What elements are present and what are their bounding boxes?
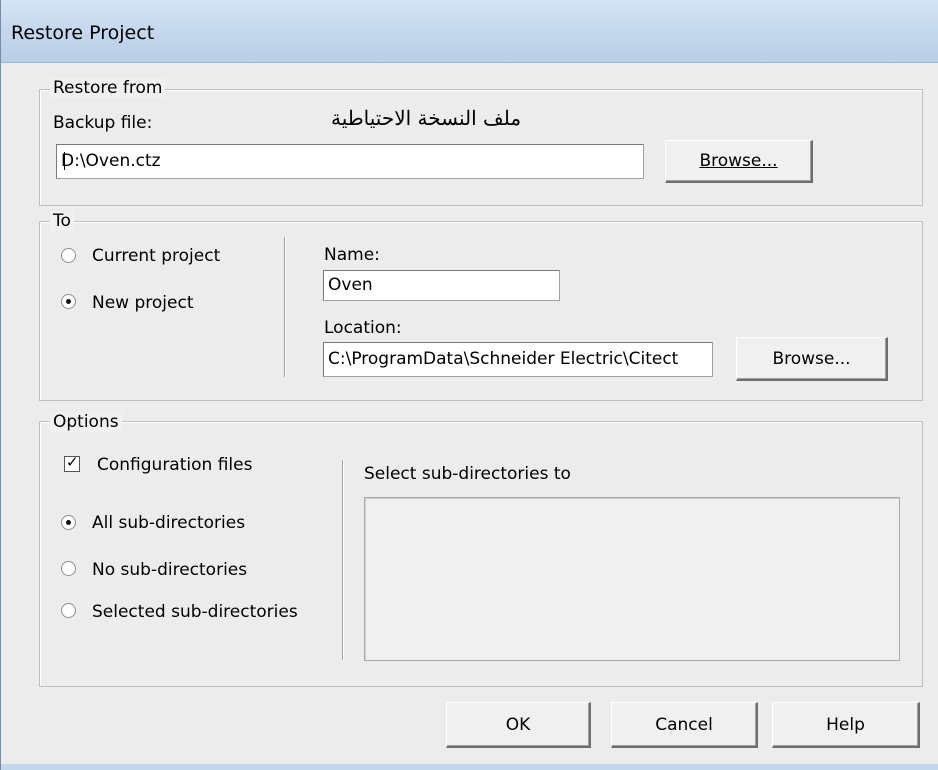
- cancel-label: Cancel: [655, 714, 713, 735]
- selected-subdirs-label[interactable]: Selected sub-directories: [92, 602, 298, 622]
- window-bottom-border: [1, 764, 938, 770]
- location-label: Location:: [324, 318, 402, 338]
- name-value: Oven: [328, 275, 373, 295]
- to-divider: [284, 237, 285, 377]
- options-legend: Options: [50, 412, 122, 432]
- help-label: Help: [826, 714, 865, 735]
- current-project-radio[interactable]: [61, 248, 76, 263]
- cancel-button[interactable]: Cancel: [611, 702, 758, 748]
- all-subdirs-radio[interactable]: [61, 515, 76, 530]
- name-input[interactable]: Oven: [323, 270, 560, 301]
- location-browse-button[interactable]: Browse...: [736, 337, 888, 381]
- location-value: C:\ProgramData\Schneider Electric\Citect: [328, 349, 679, 369]
- config-files-checkbox[interactable]: ✓: [64, 453, 80, 472]
- select-subdirs-label: Select sub-directories to: [364, 464, 571, 484]
- subdirs-listbox[interactable]: [364, 497, 900, 661]
- backup-browse-button[interactable]: Browse...: [665, 140, 813, 183]
- location-browse-label: Browse...: [772, 348, 851, 369]
- selected-subdirs-radio[interactable]: [61, 603, 76, 618]
- backup-file-input[interactable]: D:\Oven.ctz: [56, 144, 644, 179]
- restore-project-dialog: Restore Project Restore from Backup file…: [0, 0, 938, 770]
- dialog-title: Restore Project: [11, 22, 155, 44]
- no-subdirs-label[interactable]: No sub-directories: [92, 560, 247, 580]
- check-mark-icon: ✓: [66, 453, 79, 471]
- ok-button[interactable]: OK: [446, 702, 591, 748]
- arabic-annotation: ملف النسخة الاحتياطية: [331, 106, 522, 130]
- title-bar[interactable]: Restore Project: [1, 0, 938, 63]
- current-project-label[interactable]: Current project: [92, 246, 220, 266]
- restore-from-legend: Restore from: [50, 78, 166, 98]
- all-subdirs-label[interactable]: All sub-directories: [92, 513, 245, 533]
- location-input[interactable]: C:\ProgramData\Schneider Electric\Citect: [323, 342, 713, 377]
- to-legend: To: [50, 211, 74, 231]
- backup-file-label: Backup file:: [53, 113, 153, 133]
- ok-label: OK: [505, 714, 531, 735]
- config-files-label[interactable]: Configuration files: [97, 455, 252, 475]
- radio-selected-dot: [66, 299, 71, 304]
- backup-browse-label: Browse...: [699, 151, 778, 171]
- new-project-radio[interactable]: [61, 294, 76, 309]
- name-label: Name:: [324, 245, 380, 265]
- help-button[interactable]: Help: [772, 702, 920, 748]
- new-project-label[interactable]: New project: [92, 293, 194, 313]
- text-caret: [64, 152, 65, 170]
- radio-selected-dot: [66, 520, 71, 525]
- no-subdirs-radio[interactable]: [61, 561, 76, 576]
- options-divider: [342, 460, 343, 660]
- backup-file-value: D:\Oven.ctz: [61, 151, 161, 171]
